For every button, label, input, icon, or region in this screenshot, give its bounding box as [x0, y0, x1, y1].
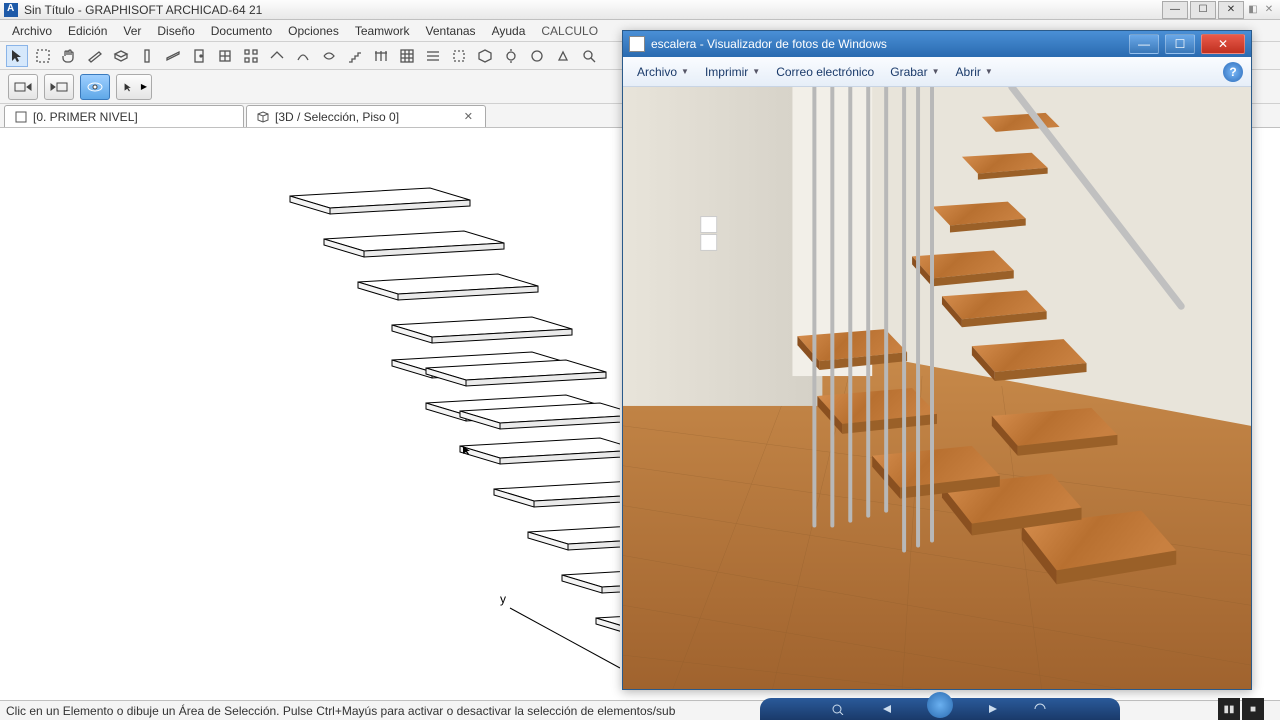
photo-menu-grabar[interactable]: Grabar▼: [884, 61, 945, 83]
photo-content: [623, 87, 1251, 689]
view-front-button[interactable]: [8, 74, 38, 100]
tool-railing[interactable]: [370, 45, 392, 67]
tool-morph[interactable]: [318, 45, 340, 67]
cube-icon: [257, 111, 269, 123]
photo-close-button[interactable]: ✕: [1201, 34, 1245, 54]
status-text: Clic en un Elemento o dibuje un Área de …: [6, 704, 675, 718]
tool-marquee[interactable]: [32, 45, 54, 67]
media-next-icon[interactable]: [983, 703, 1001, 715]
photo-menubar: Archivo▼ Imprimir▼ Correo electrónico Gr…: [623, 57, 1251, 87]
media-rotate-icon[interactable]: [1031, 703, 1049, 715]
view-3d-button[interactable]: [80, 74, 110, 100]
tool-column[interactable]: [136, 45, 158, 67]
tool-arrow[interactable]: [6, 45, 28, 67]
pause-button[interactable]: ▮▮: [1218, 698, 1240, 720]
tab-close-icon[interactable]: ✕: [462, 110, 475, 123]
menu-calculo[interactable]: CALCULO: [533, 24, 606, 38]
photo-title-text: escalera - Visualizador de fotos de Wind…: [651, 37, 1123, 51]
photo-menu-imprimir[interactable]: Imprimir▼: [699, 61, 766, 83]
tool-mesh[interactable]: [422, 45, 444, 67]
tab-3d-view[interactable]: [3D / Selección, Piso 0] ✕: [246, 105, 486, 127]
tool-wall[interactable]: [84, 45, 106, 67]
tool-stair[interactable]: [344, 45, 366, 67]
menu-ventanas[interactable]: Ventanas: [418, 24, 484, 38]
close-button[interactable]: ✕: [1218, 1, 1244, 19]
minimize-button[interactable]: —: [1162, 1, 1188, 19]
media-play-button[interactable]: [927, 692, 953, 718]
panel-toggle-icon[interactable]: ◧: [1246, 1, 1260, 19]
menu-ver[interactable]: Ver: [115, 24, 149, 38]
menu-diseno[interactable]: Diseño: [149, 24, 202, 38]
tool-zone[interactable]: [448, 45, 470, 67]
photo-titlebar[interactable]: escalera - Visualizador de fotos de Wind…: [623, 31, 1251, 57]
tool-grid[interactable]: [240, 45, 262, 67]
photo-app-icon: [629, 36, 645, 52]
tab-label: [3D / Selección, Piso 0]: [275, 110, 456, 124]
menu-documento[interactable]: Documento: [203, 24, 280, 38]
photo-minimize-button[interactable]: —: [1129, 34, 1159, 54]
tool-beam[interactable]: [162, 45, 184, 67]
recording-controls: ▮▮ ■: [1216, 698, 1264, 720]
tool-shell[interactable]: [292, 45, 314, 67]
tool-window[interactable]: [214, 45, 236, 67]
menu-opciones[interactable]: Opciones: [280, 24, 347, 38]
axis-y-label: y: [500, 592, 506, 606]
help-icon[interactable]: ?: [1223, 62, 1243, 82]
tool-hand[interactable]: [58, 45, 80, 67]
stop-button[interactable]: ■: [1242, 698, 1264, 720]
app-icon: [4, 3, 18, 17]
photo-menu-abrir[interactable]: Abrir▼: [950, 61, 999, 83]
media-prev-icon[interactable]: [879, 703, 897, 715]
titlebar: Sin Título - GRAPHISOFT ARCHICAD-64 21 —…: [0, 0, 1280, 20]
tool-object[interactable]: [474, 45, 496, 67]
tool-section[interactable]: [526, 45, 548, 67]
tool-slab[interactable]: [110, 45, 132, 67]
window-title: Sin Título - GRAPHISOFT ARCHICAD-64 21: [24, 3, 1160, 17]
tool-door[interactable]: [188, 45, 210, 67]
tab-label: [0. PRIMER NIVEL]: [33, 110, 233, 124]
media-control-bar: [760, 698, 1120, 720]
photo-viewer-window: escalera - Visualizador de fotos de Wind…: [622, 30, 1252, 690]
tool-lamp[interactable]: [500, 45, 522, 67]
arrow-dropdown-button[interactable]: ▶: [116, 74, 152, 100]
panel-close-icon[interactable]: ✕: [1262, 1, 1276, 19]
media-zoom-out-icon[interactable]: [831, 703, 849, 715]
view-back-button[interactable]: [44, 74, 74, 100]
tool-elev[interactable]: [552, 45, 574, 67]
photo-maximize-button[interactable]: ☐: [1165, 34, 1195, 54]
floorplan-icon: [15, 111, 27, 123]
maximize-button[interactable]: ☐: [1190, 1, 1216, 19]
photo-menu-archivo[interactable]: Archivo▼: [631, 61, 695, 83]
tool-detail[interactable]: [578, 45, 600, 67]
tab-floor-plan[interactable]: [0. PRIMER NIVEL]: [4, 105, 244, 127]
menu-teamwork[interactable]: Teamwork: [347, 24, 418, 38]
photo-menu-correo[interactable]: Correo electrónico: [770, 61, 880, 83]
menu-edicion[interactable]: Edición: [60, 24, 115, 38]
menu-ayuda[interactable]: Ayuda: [484, 24, 534, 38]
tool-curtain[interactable]: [396, 45, 418, 67]
menu-archivo[interactable]: Archivo: [4, 24, 60, 38]
tool-roof[interactable]: [266, 45, 288, 67]
